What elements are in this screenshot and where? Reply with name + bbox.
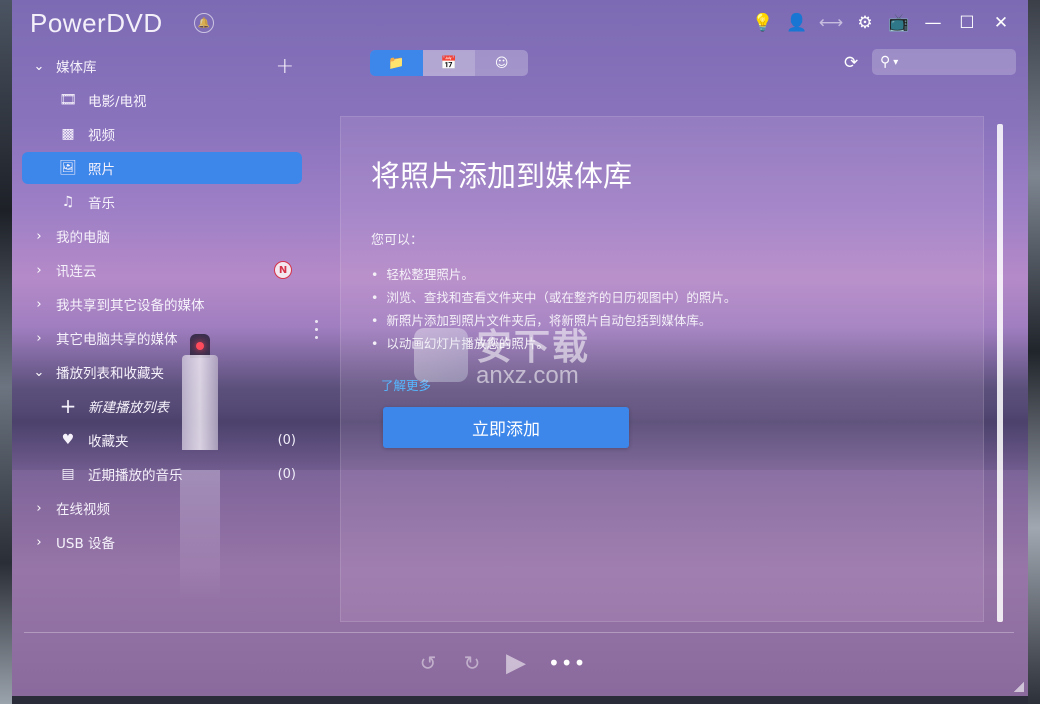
sidebar-item-recent-music[interactable]: ▤ 近期播放的音乐 (0)	[22, 459, 302, 489]
sidebar-item-playlists[interactable]: ⌄ 播放列表和收藏夹	[22, 357, 302, 387]
sidebar-item-label: 音乐	[88, 196, 115, 212]
bulb-icon[interactable]: 💡	[746, 10, 780, 36]
scrollbar[interactable]	[997, 124, 1003, 622]
handle-dot	[315, 336, 318, 339]
face-icon: ☺	[494, 55, 509, 71]
forward-icon[interactable]: ↻	[460, 651, 484, 675]
close-icon[interactable]: ✕	[984, 10, 1018, 36]
maximize-icon[interactable]: ☐	[950, 10, 984, 36]
divider	[24, 632, 1014, 633]
chevron-right-icon: ›	[36, 500, 42, 516]
sidebar-item-favorites[interactable]: ♥ 收藏夹 (0)	[22, 425, 302, 455]
title-bar-controls: 💡 👤 ⟷ ⚙ 📺 — ☐ ✕	[746, 10, 1018, 36]
sidebar-item-label: 其它电脑共享的媒体	[56, 332, 178, 348]
view-switcher: 📁 📅 ☺	[370, 50, 528, 76]
list-item: 新照片添加到照片文件夹后，将新照片自动包括到媒体库。	[371, 309, 736, 332]
chevron-right-icon: ›	[36, 228, 42, 244]
sidebar-item-label: 我共享到其它设备的媒体	[56, 298, 205, 314]
chevron-right-icon: ›	[36, 330, 42, 346]
list-item: 浏览、查找和查看文件夹中（或在整齐的日历视图中）的照片。	[371, 286, 736, 309]
sidebar-item-label: 近期播放的音乐	[88, 468, 183, 484]
heart-icon: ♥	[61, 432, 75, 448]
chevron-down-icon[interactable]: ▾	[893, 57, 898, 68]
sidebar-item-online-video[interactable]: › 在线视频	[22, 493, 302, 523]
add-icon[interactable]: +	[276, 54, 294, 79]
sidebar-item-new-playlist[interactable]: + 新建播放列表	[22, 391, 302, 421]
user-icon[interactable]: 👤	[780, 10, 814, 36]
new-badge: N	[274, 261, 292, 279]
handle-dot	[315, 328, 318, 331]
sidebar-item-label: USB 设备	[56, 536, 116, 552]
player-controls: ↺ ↻ ▶ •••	[416, 648, 586, 678]
sidebar-item-videos[interactable]: ▩ 视频	[22, 119, 302, 149]
sidebar-item-label: 电影/电视	[88, 94, 147, 110]
search-icon: ⚲	[880, 54, 891, 70]
panel-title: 将照片添加到媒体库	[371, 159, 633, 193]
learn-more-link[interactable]: 了解更多	[381, 375, 431, 394]
sidebar-item-label: 照片	[88, 162, 115, 178]
chevron-right-icon: ›	[36, 262, 42, 278]
sidebar-item-label: 播放列表和收藏夹	[56, 366, 164, 382]
rewind-icon[interactable]: ↺	[416, 651, 440, 675]
sidebar-item-shared-by-others[interactable]: › 其它电脑共享的媒体	[22, 323, 302, 353]
video-camera-icon: ▩	[61, 126, 75, 142]
window-resize-grip[interactable]	[1014, 682, 1024, 692]
sidebar-item-label: 收藏夹	[88, 434, 129, 450]
item-count: (0)	[277, 466, 296, 482]
calendar-view-button[interactable]: 📅	[422, 50, 476, 76]
desktop-background-left	[0, 0, 12, 704]
sidebar: ⌄ 媒体库 + 🎞 电影/电视 ▩ 视频 🖼 照片 ♫ 音乐 › 我的电脑 › …	[12, 48, 310, 568]
app-window: PowerDVD 🔔 💡 👤 ⟷ ⚙ 📺 — ☐ ✕ ⌄ 媒体库 + 🎞 电影/…	[12, 0, 1028, 696]
sidebar-item-usb[interactable]: › USB 设备	[22, 527, 302, 557]
more-options-icon[interactable]: •••	[548, 651, 585, 675]
plus-icon: +	[59, 394, 77, 418]
app-title: PowerDVD	[30, 8, 163, 38]
sidebar-item-label: 在线视频	[56, 502, 110, 518]
desktop-background-right	[1028, 0, 1040, 704]
chevron-right-icon: ›	[36, 534, 42, 550]
sidebar-item-my-computer[interactable]: › 我的电脑	[22, 221, 302, 251]
notification-bell-icon[interactable]: 🔔	[194, 13, 214, 33]
list-item: 以动画幻灯片播放您的照片。	[371, 332, 736, 355]
search-box[interactable]: ⚲ ▾	[872, 49, 1016, 75]
chevron-down-icon: ⌄	[33, 364, 45, 380]
content-panel: 将照片添加到媒体库 您可以： 轻松整理照片。 浏览、查找和查看文件夹中（或在整齐…	[340, 116, 984, 622]
search-input[interactable]	[904, 54, 999, 70]
music-list-icon: ▤	[61, 466, 75, 482]
tv-icon[interactable]: 📺	[882, 10, 916, 36]
sidebar-item-media-library[interactable]: ⌄ 媒体库 +	[22, 51, 302, 81]
refresh-icon[interactable]: ⟳	[844, 53, 858, 73]
sidebar-item-label: 讯连云	[56, 264, 97, 280]
sidebar-item-label: 我的电脑	[56, 230, 110, 246]
sidebar-item-label: 视频	[88, 128, 115, 144]
handle-dot	[315, 320, 318, 323]
calendar-icon: 📅	[440, 55, 458, 71]
folder-view-button[interactable]: 📁	[370, 50, 423, 76]
add-now-button[interactable]: 立即添加	[383, 407, 629, 448]
sidebar-item-share-to-devices[interactable]: › 我共享到其它设备的媒体	[22, 289, 302, 319]
sidebar-item-music[interactable]: ♫ 音乐	[22, 187, 302, 217]
sidebar-item-photos[interactable]: 🖼 照片	[22, 152, 302, 184]
sidebar-item-label: 新建播放列表	[88, 400, 169, 416]
people-view-button[interactable]: ☺	[475, 50, 528, 76]
share-icon[interactable]: ⟷	[814, 10, 848, 36]
chevron-down-icon: ⌄	[33, 58, 45, 74]
gear-icon[interactable]: ⚙	[848, 10, 882, 36]
film-icon: 🎞	[59, 92, 77, 108]
panel-subtitle: 您可以：	[371, 233, 424, 248]
play-icon[interactable]: ▶	[504, 648, 528, 678]
chevron-right-icon: ›	[36, 296, 42, 312]
photo-icon: 🖼	[59, 160, 77, 176]
sidebar-resize-handle[interactable]	[315, 320, 319, 339]
sidebar-item-cloud[interactable]: › 讯连云 N	[22, 255, 302, 285]
feature-list: 轻松整理照片。 浏览、查找和查看文件夹中（或在整齐的日历视图中）的照片。 新照片…	[371, 263, 736, 355]
sidebar-item-label: 媒体库	[56, 60, 97, 76]
sidebar-item-movies-tv[interactable]: 🎞 电影/电视	[22, 85, 302, 115]
music-note-icon: ♫	[61, 194, 75, 210]
folder-icon: 📁	[388, 55, 405, 71]
minimize-icon[interactable]: —	[916, 10, 950, 36]
item-count: (0)	[277, 432, 296, 448]
list-item: 轻松整理照片。	[371, 263, 736, 286]
